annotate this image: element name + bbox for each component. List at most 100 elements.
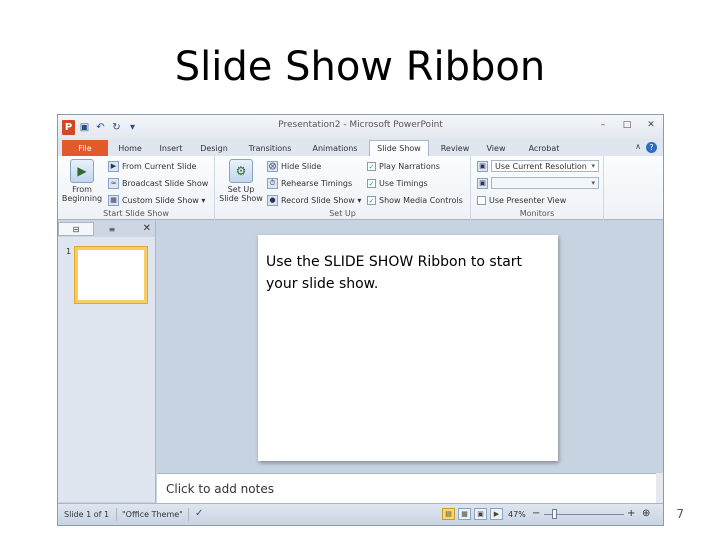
tab-acrobat[interactable]: Acrobat xyxy=(520,141,568,156)
ribbon-tabs: File Home Insert Design Transitions Anim… xyxy=(58,139,663,156)
window-title: Presentation2 - Microsoft PowerPoint xyxy=(278,120,443,130)
close-button[interactable]: ✕ xyxy=(643,118,659,132)
page: Slide Show Ribbon P ▣ ↶ ↻ ▾ Presentation… xyxy=(0,0,720,540)
custom-slide-show-label: Custom Slide Show ▾ xyxy=(122,195,206,205)
tab-slides[interactable]: ⊟ xyxy=(58,222,94,236)
show-media-controls-checkbox[interactable]: ✓ Show Media Controls xyxy=(367,193,463,207)
slides-pane: ⊟ ≡ ✕ 1 xyxy=(58,221,156,502)
slide-number: 7 xyxy=(676,507,684,521)
tab-file[interactable]: File xyxy=(62,140,108,156)
from-current-slide-label: From Current Slide xyxy=(122,161,197,171)
group-monitors: ▣ Use Current Resolution ▾ ▣ ▾ Use Prese xyxy=(471,156,604,220)
record-slide-show-button[interactable]: ● Record Slide Show ▾ xyxy=(267,193,361,207)
tab-design[interactable]: Design xyxy=(194,141,234,156)
help-icon[interactable]: ? xyxy=(646,142,657,153)
use-timings-check[interactable]: ✓ xyxy=(367,178,376,188)
show-on-dropdown[interactable]: ▾ xyxy=(491,177,599,189)
hide-slide-button[interactable]: ⨂ Hide Slide xyxy=(267,159,321,173)
zoom-slider-thumb[interactable] xyxy=(552,509,557,519)
slide-thumbnail[interactable] xyxy=(75,247,147,303)
group-label-monitors: Monitors xyxy=(519,209,555,218)
rehearse-timings-button[interactable]: ⏱ Rehearse Timings xyxy=(267,176,352,190)
minimize-ribbon-icon[interactable]: ∧ xyxy=(635,142,641,151)
slide-canvas[interactable]: Use the SLIDE SHOW Ribbon to start your … xyxy=(258,235,558,461)
fit-to-window-icon[interactable]: ⊕ xyxy=(642,508,650,519)
resolution-value: Use Current Resolution xyxy=(495,161,587,171)
chevron-down-icon: ▾ xyxy=(591,179,595,187)
monitor-icon: ▣ xyxy=(477,177,488,189)
show-media-controls-label: Show Media Controls xyxy=(379,195,463,205)
zoom-level[interactable]: 47% xyxy=(508,510,526,519)
maximize-button[interactable]: □ xyxy=(619,118,635,132)
spell-check-icon[interactable]: ✓ xyxy=(195,508,203,519)
status-bar: Slide 1 of 1 "Office Theme" ✓ ▤ ▦ ▣ ▶ 47… xyxy=(58,503,663,525)
play-narrations-checkbox[interactable]: ✓ Play Narrations xyxy=(367,159,440,173)
custom-slide-show-icon: ▦ xyxy=(108,194,119,206)
notes-pane[interactable]: Click to add notes xyxy=(157,473,658,503)
from-beginning-label: From Beginning xyxy=(61,185,103,203)
use-presenter-view-label: Use Presenter View xyxy=(489,195,567,205)
notes-scrollbar[interactable] xyxy=(656,473,663,503)
broadcast-slide-show-label: Broadcast Slide Show xyxy=(122,178,209,188)
divider xyxy=(188,508,189,521)
title-bar: P ▣ ↶ ↻ ▾ Presentation2 - Microsoft Powe… xyxy=(58,115,663,139)
tab-transitions[interactable]: Transitions xyxy=(240,141,300,156)
tab-slide-show[interactable]: Slide Show xyxy=(369,140,429,156)
from-current-slide-button[interactable]: ▶ From Current Slide xyxy=(108,159,196,173)
divider xyxy=(116,508,117,521)
play-icon: ▶ xyxy=(70,159,94,183)
tab-animations[interactable]: Animations xyxy=(305,141,365,156)
custom-slide-show-button[interactable]: ▦ Custom Slide Show ▾ xyxy=(108,193,205,207)
reading-view-icon[interactable]: ▣ xyxy=(474,508,487,520)
record-slide-show-label: Record Slide Show ▾ xyxy=(281,195,362,205)
slide-edit-area: Use the SLIDE SHOW Ribbon to start your … xyxy=(157,221,663,472)
resolution-icon: ▣ xyxy=(477,160,488,172)
use-presenter-view-checkbox[interactable]: Use Presenter View xyxy=(477,193,566,207)
slide-text-box[interactable]: Use the SLIDE SHOW Ribbon to start your … xyxy=(266,251,556,295)
tab-insert[interactable]: Insert xyxy=(152,141,190,156)
use-timings-label: Use Timings xyxy=(379,178,428,188)
slide-show-view-icon[interactable]: ▶ xyxy=(490,508,503,520)
from-beginning-button[interactable]: ▶ From Beginning xyxy=(62,159,102,203)
tab-home[interactable]: Home xyxy=(112,141,148,156)
group-label-start: Start Slide Show xyxy=(103,209,169,218)
broadcast-icon: ≈ xyxy=(108,177,119,189)
tab-view[interactable]: View xyxy=(479,141,513,156)
use-presenter-view-check[interactable] xyxy=(477,195,486,205)
set-up-slide-show-button[interactable]: ⚙ Set Up Slide Show xyxy=(219,159,263,203)
tab-outline[interactable]: ≡ xyxy=(94,222,130,236)
play-narrations-label: Play Narrations xyxy=(379,161,440,171)
use-timings-checkbox[interactable]: ✓ Use Timings xyxy=(367,176,428,190)
resolution-dropdown[interactable]: Use Current Resolution ▾ xyxy=(491,160,599,172)
page-title: Slide Show Ribbon xyxy=(174,44,546,90)
resolution-control[interactable]: ▣ Use Current Resolution ▾ xyxy=(477,159,599,173)
theme-name[interactable]: "Office Theme" xyxy=(122,510,183,519)
group-start-slide-show: ▶ From Beginning ▶ From Current Slide ≈ … xyxy=(58,156,215,220)
zoom-out-icon[interactable]: − xyxy=(532,508,540,519)
rehearse-timings-label: Rehearse Timings xyxy=(281,178,353,188)
hide-slide-icon: ⨂ xyxy=(267,160,278,172)
powerpoint-window: P ▣ ↶ ↻ ▾ Presentation2 - Microsoft Powe… xyxy=(57,114,664,526)
record-icon: ● xyxy=(267,194,278,206)
minimize-button[interactable]: – xyxy=(595,118,611,132)
hide-slide-label: Hide Slide xyxy=(281,161,322,171)
zoom-in-icon[interactable]: + xyxy=(627,508,635,519)
rehearse-timings-icon: ⏱ xyxy=(267,177,278,189)
slide-sorter-view-icon[interactable]: ▦ xyxy=(458,508,471,520)
slide-show-ribbon: ▶ From Beginning ▶ From Current Slide ≈ … xyxy=(58,156,663,220)
show-on-control[interactable]: ▣ ▾ xyxy=(477,176,599,190)
thumbnail-number: 1 xyxy=(66,247,72,256)
chevron-down-icon: ▾ xyxy=(591,162,595,170)
pane-tabs: ⊟ ≡ ✕ xyxy=(58,221,155,237)
normal-view-icon[interactable]: ▤ xyxy=(442,508,455,520)
from-current-slide-icon: ▶ xyxy=(108,160,119,172)
set-up-slide-show-label: Set Up Slide Show xyxy=(219,185,263,203)
tab-review[interactable]: Review xyxy=(435,141,475,156)
play-narrations-check[interactable]: ✓ xyxy=(367,161,376,171)
notes-placeholder: Click to add notes xyxy=(166,482,274,496)
show-media-controls-check[interactable]: ✓ xyxy=(367,195,376,205)
window-controls: – □ ✕ xyxy=(595,118,659,132)
broadcast-slide-show-button[interactable]: ≈ Broadcast Slide Show xyxy=(108,176,208,190)
close-pane-icon[interactable]: ✕ xyxy=(143,223,151,234)
setup-slide-show-icon: ⚙ xyxy=(229,159,253,183)
